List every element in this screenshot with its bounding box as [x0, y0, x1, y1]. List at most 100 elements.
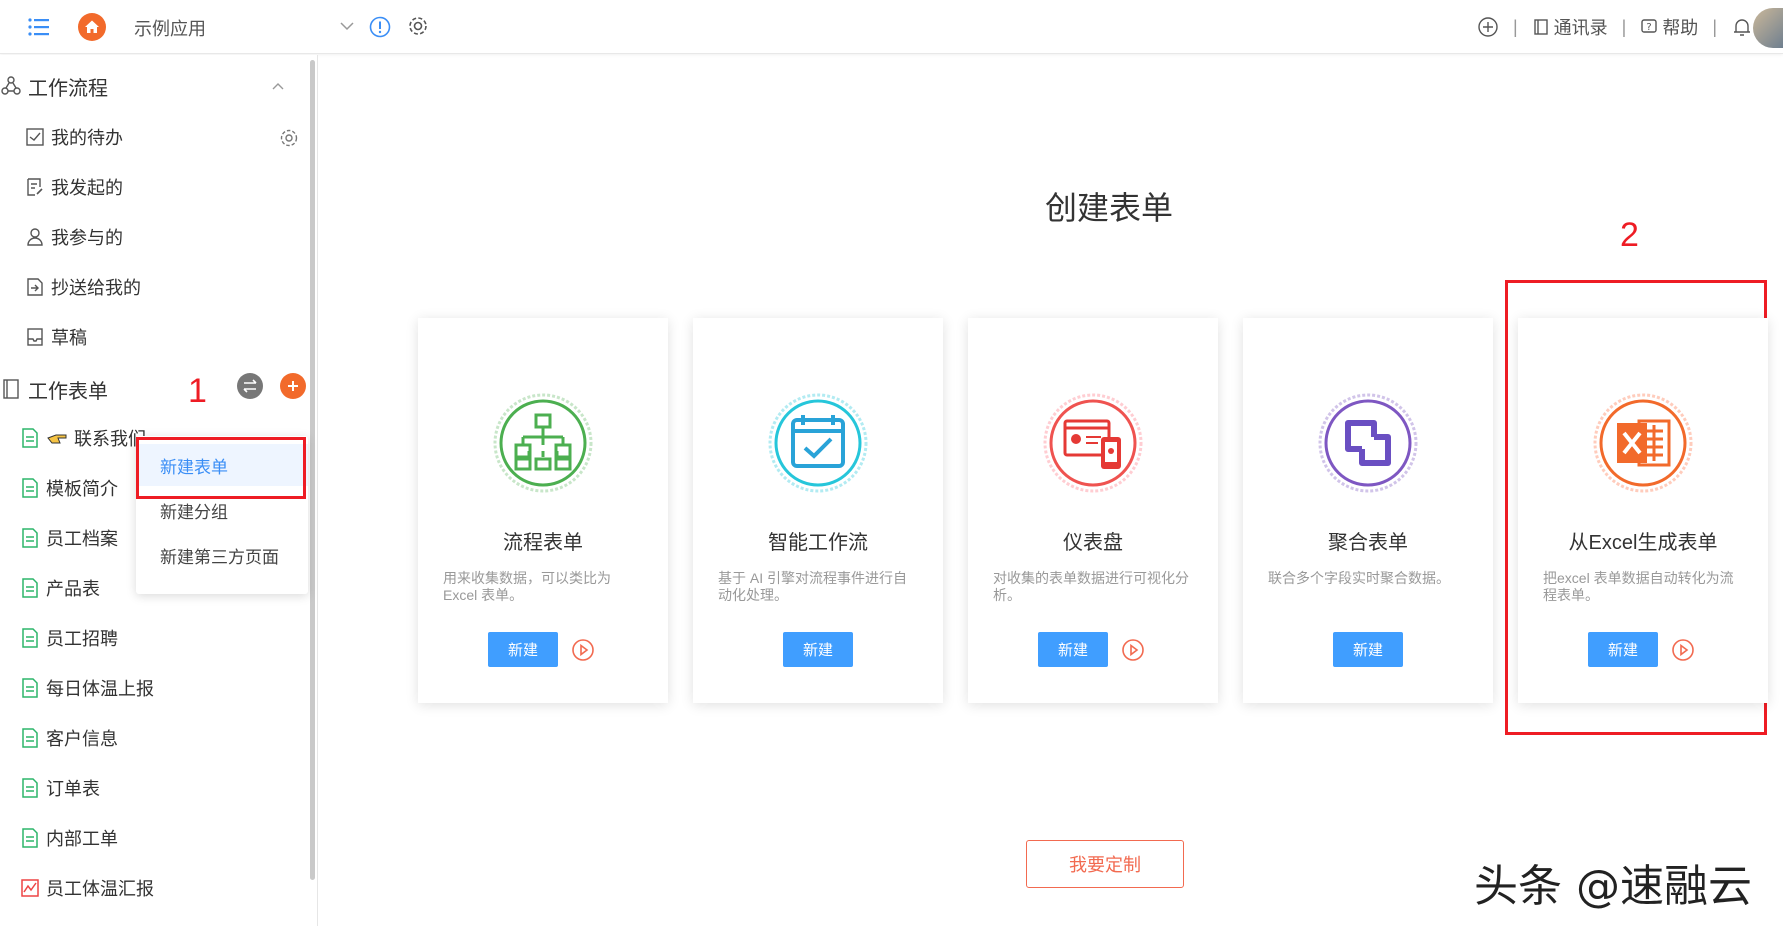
form-document-icon [22, 528, 38, 548]
form-item-label: 订单表 [46, 779, 100, 799]
form-item[interactable]: 每日体温上报 [20, 674, 154, 702]
sidebar-item-label: 我参与的 [51, 228, 123, 248]
card-description: 基于 AI 引擎对流程事件进行自动化处理。 [718, 570, 908, 603]
play-video-icon[interactable] [1121, 638, 1145, 662]
chevron-up-icon[interactable] [270, 79, 286, 95]
form-item[interactable]: 员工体温汇报 [20, 874, 154, 902]
workflow-icon [1, 76, 21, 95]
form-item-label: 产品表 [46, 579, 100, 599]
help-label: 帮助 [1662, 18, 1699, 38]
contacts-icon [1533, 19, 1548, 35]
new-dashboard-button[interactable]: 新建 [1038, 632, 1108, 667]
form-item[interactable]: 订单表 [20, 774, 100, 802]
form-document-icon [22, 428, 38, 448]
form-item[interactable]: 员工档案 [20, 524, 118, 552]
card-excel-form: 从Excel生成表单 把excel 表单数据自动转化为流程表单。 新建 [1518, 318, 1768, 703]
form-item-label: 模板简介 [46, 479, 118, 499]
card-smart-workflow: 智能工作流 基于 AI 引擎对流程事件进行自动化处理。 新建 [693, 318, 943, 703]
form-item-label: 每日体温上报 [46, 679, 154, 699]
checkbox-icon [26, 128, 44, 146]
swap-button[interactable] [237, 373, 263, 399]
svg-text:?: ? [1647, 22, 1652, 33]
bell-icon[interactable] [1731, 16, 1753, 38]
form-item-label: 客户信息 [46, 729, 118, 749]
form-item[interactable]: 产品表 [20, 574, 100, 602]
new-excel-form-button[interactable]: 新建 [1588, 632, 1658, 667]
annotation-label-2: 2 [1620, 216, 1639, 254]
dashboard-icon [1043, 393, 1143, 493]
settings-icon[interactable] [278, 127, 300, 149]
add-form-button[interactable] [280, 373, 306, 399]
divider: | [1512, 16, 1518, 37]
form-document-icon [22, 578, 38, 598]
sidebar-scrollbar[interactable] [310, 60, 315, 880]
card-aggregate-form: 聚合表单 联合多个字段实时聚合数据。 新建 [1243, 318, 1493, 703]
new-aggregate-form-button[interactable]: 新建 [1333, 632, 1403, 667]
form-document-icon [22, 778, 38, 798]
form-item-label: 员工体温汇报 [46, 879, 154, 899]
new-process-form-button[interactable]: 新建 [488, 632, 558, 667]
card-title: 聚合表单 [1328, 532, 1408, 554]
sidebar-item-label: 草稿 [51, 328, 87, 348]
sidebar-item-participated[interactable]: 我参与的 [25, 223, 123, 251]
sidebar-item-label: 抄送给我的 [51, 278, 141, 298]
help-icon: ? [1641, 19, 1658, 33]
form-item[interactable]: 内部工单 [20, 824, 118, 852]
menu-icon[interactable] [27, 15, 51, 39]
forward-document-icon [27, 278, 43, 296]
excel-icon [1593, 393, 1693, 493]
new-third-party-page-option[interactable]: 新建第三方页面 [136, 534, 308, 576]
sidebar-item-initiated[interactable]: 我发起的 [25, 173, 123, 201]
form-item[interactable]: 客户信息 [20, 724, 118, 752]
info-icon[interactable] [368, 15, 392, 39]
form-document-icon [22, 478, 38, 498]
add-icon[interactable] [1477, 16, 1499, 38]
document-edit-icon [27, 178, 43, 196]
divider: | [1621, 16, 1627, 37]
contacts-label: 通讯录 [1553, 18, 1608, 38]
form-document-icon [22, 678, 38, 698]
app-name[interactable]: 示例应用 [134, 15, 206, 41]
card-process-form: 流程表单 用来收集数据，可以类比为Excel 表单。 新建 [418, 318, 668, 703]
form-item-label: 内部工单 [46, 829, 118, 849]
form-item-label: 员工档案 [46, 529, 118, 549]
form-item[interactable]: 员工招聘 [20, 624, 118, 652]
workflow-section-title: 工作流程 [28, 77, 108, 100]
swap-icon [243, 379, 257, 393]
annotation-box-1 [136, 437, 306, 499]
top-bar: 示例应用 | 通讯录 | ? 帮助 | [0, 0, 1783, 54]
sidebar-item-drafts[interactable]: 草稿 [25, 323, 87, 351]
avatar[interactable] [1753, 8, 1783, 48]
forms-book-icon [3, 379, 19, 399]
new-smart-workflow-button[interactable]: 新建 [783, 632, 853, 667]
gear-icon[interactable] [406, 14, 430, 38]
play-video-icon[interactable] [571, 638, 595, 662]
card-description: 用来收集数据，可以类比为Excel 表单。 [443, 570, 611, 603]
contacts-button[interactable]: 通讯录 [1532, 14, 1608, 40]
org-chart-icon [493, 393, 593, 493]
user-icon [27, 228, 43, 246]
card-description: 联合多个字段实时聚合数据。 [1268, 570, 1450, 586]
card-title: 流程表单 [503, 532, 583, 554]
page-title: 创建表单 [1045, 190, 1174, 226]
forms-section-header[interactable]: 工作表单 [0, 375, 108, 403]
home-icon[interactable] [78, 13, 106, 41]
watermark: 头条 @速融云 [1474, 861, 1752, 912]
customize-button[interactable]: 我要定制 [1026, 840, 1184, 888]
form-item-label: 员工招聘 [46, 629, 118, 649]
help-button[interactable]: ? 帮助 [1640, 14, 1698, 40]
workflow-section-header[interactable]: 工作流程 [0, 72, 108, 100]
form-item[interactable]: 模板简介 [20, 474, 118, 502]
card-dashboard: 仪表盘 对收集的表单数据进行可视化分析。 新建 [968, 318, 1218, 703]
play-video-icon[interactable] [1671, 638, 1695, 662]
top-right-toolbar: | 通讯录 | ? 帮助 | [1477, 0, 1753, 54]
sidebar-item-label: 我的待办 [51, 128, 123, 148]
sidebar-item-cc[interactable]: 抄送给我的 [25, 273, 141, 301]
sidebar-item-todo[interactable]: 我的待办 [25, 123, 123, 151]
form-item[interactable]: 联系我们 [20, 424, 146, 452]
forms-section-title: 工作表单 [28, 380, 108, 403]
plus-icon [288, 381, 298, 391]
drafts-icon [27, 328, 43, 346]
chevron-down-icon[interactable] [338, 17, 356, 35]
calendar-check-icon [768, 393, 868, 493]
